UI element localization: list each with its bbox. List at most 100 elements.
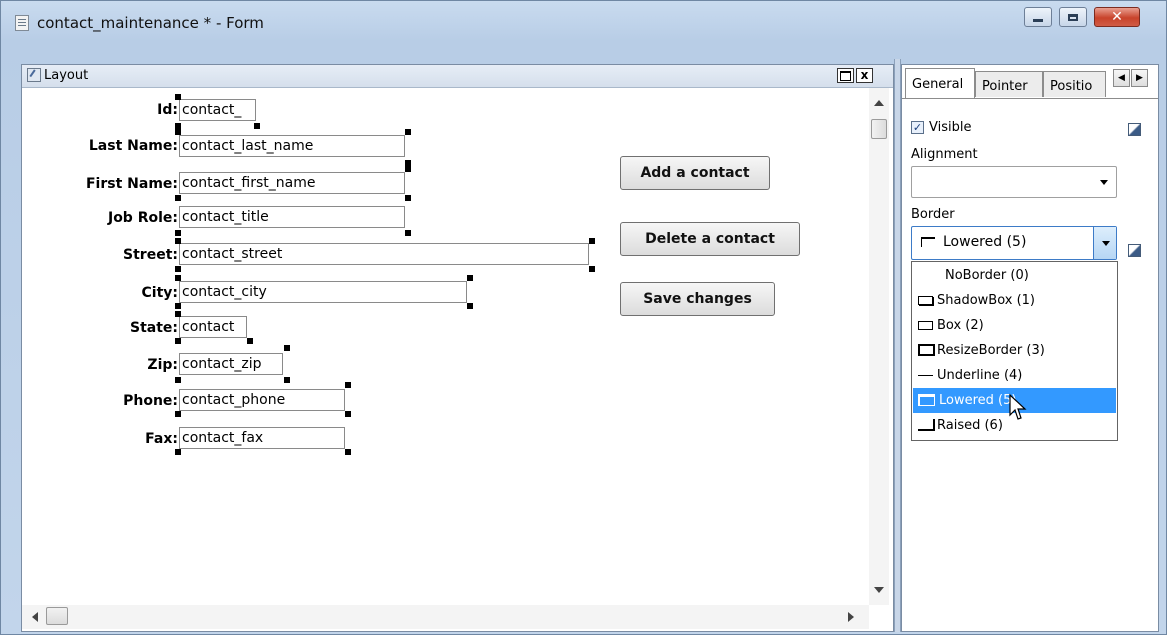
chevron-down-icon [1100, 180, 1108, 185]
field-job-role[interactable]: contact_title [179, 206, 405, 228]
selection-handle[interactable] [589, 266, 595, 272]
border-select[interactable]: Lowered (5) [911, 226, 1117, 260]
selection-handle[interactable] [175, 94, 181, 100]
selection-handle[interactable] [284, 345, 290, 351]
selection-handle[interactable] [405, 166, 411, 172]
close-button[interactable]: ✕ [1094, 7, 1140, 27]
box-icon [918, 321, 933, 330]
field-first-name[interactable]: contact_first_name [179, 172, 405, 194]
selection-handle[interactable] [345, 382, 351, 388]
selection-handle[interactable] [589, 238, 595, 244]
pane-close-button[interactable]: x [856, 68, 873, 83]
delete-contact-button[interactable]: Delete a contact [620, 222, 800, 256]
scroll-up-arrow-icon[interactable] [874, 100, 884, 106]
form-window: contact_maintenance * - Form ✕ Layout x … [0, 0, 1167, 635]
field-zip[interactable]: contact_zip [179, 353, 283, 375]
selection-handle[interactable] [175, 311, 181, 317]
selection-handle[interactable] [345, 449, 351, 455]
selection-handle[interactable] [175, 230, 181, 236]
selection-handle[interactable] [467, 303, 473, 309]
maximize-button[interactable] [1059, 7, 1087, 27]
visible-label: Visible [929, 120, 972, 135]
visible-checkbox[interactable]: ✓ [911, 121, 924, 134]
selection-handle[interactable] [175, 377, 181, 383]
field-street[interactable]: contact_street [179, 243, 589, 265]
scroll-left-arrow-icon[interactable] [32, 612, 38, 622]
scroll-down-arrow-icon[interactable] [874, 587, 884, 593]
field-id[interactable]: contact_ [179, 99, 256, 121]
minimize-button[interactable] [1024, 7, 1052, 27]
selection-handle[interactable] [175, 303, 181, 309]
expression-edit-icon[interactable] [1128, 244, 1141, 257]
selection-handle[interactable] [175, 129, 181, 135]
field-label-street: Street: [123, 247, 178, 263]
window-title: contact_maintenance * - Form [37, 14, 264, 32]
tab-pointer[interactable]: Pointer [975, 71, 1043, 97]
selection-handle[interactable] [247, 338, 253, 344]
maximize-icon [1068, 13, 1078, 21]
selection-handle[interactable] [175, 238, 181, 244]
tab-scroll-right-icon[interactable]: ▶ [1131, 69, 1148, 87]
layout-pencil-icon [27, 68, 41, 82]
expression-edit-icon[interactable] [1128, 123, 1141, 136]
tab-scroll-left-icon[interactable]: ◀ [1113, 69, 1130, 87]
shadowbox-icon [918, 296, 933, 305]
selection-handle[interactable] [405, 230, 411, 236]
selection-handle[interactable] [175, 449, 181, 455]
border-value: Lowered (5) [943, 234, 1027, 250]
selection-handle[interactable] [405, 195, 411, 201]
pane-maximize-button[interactable] [837, 68, 854, 83]
close-icon: ✕ [1111, 9, 1123, 25]
raised-icon [918, 419, 935, 431]
field-label-first-name: First Name: [85, 176, 178, 192]
border-option-noborder[interactable]: NoBorder (0) [913, 263, 1116, 288]
horizontal-scroll-thumb[interactable] [46, 607, 68, 625]
alignment-label: Alignment [911, 147, 978, 162]
pane-splitter[interactable] [894, 59, 901, 632]
form-document-icon [15, 15, 29, 31]
save-changes-button[interactable]: Save changes [620, 282, 775, 316]
layout-pane: Layout x Id: contact_ Last Name: contact… [21, 64, 894, 632]
selection-handle[interactable] [175, 195, 181, 201]
selection-handle[interactable] [254, 123, 260, 129]
field-phone[interactable]: contact_phone [179, 389, 345, 411]
scroll-right-arrow-icon[interactable] [848, 612, 854, 622]
minimize-icon [1033, 18, 1043, 22]
field-city[interactable]: contact_city [179, 281, 467, 303]
layout-pane-title: Layout [44, 68, 89, 83]
selection-handle[interactable] [284, 377, 290, 383]
border-option-resizeborder[interactable]: ResizeBorder (3) [913, 338, 1116, 363]
border-option-underline[interactable]: Underline (4) [913, 363, 1116, 388]
alignment-select[interactable] [911, 166, 1117, 198]
vertical-scroll-thumb[interactable] [871, 119, 887, 139]
horizontal-scrollbar[interactable] [22, 605, 869, 629]
selection-handle[interactable] [345, 411, 351, 417]
field-fax[interactable]: contact_fax [179, 427, 345, 449]
vertical-scrollbar[interactable] [869, 88, 889, 605]
field-last-name[interactable]: contact_last_name [179, 135, 405, 157]
chevron-down-icon [1102, 241, 1110, 246]
lowered-icon [918, 394, 935, 406]
border-label: Border [911, 207, 955, 222]
border-option-shadowbox[interactable]: ShadowBox (1) [913, 288, 1116, 313]
selection-handle[interactable] [175, 266, 181, 272]
field-state[interactable]: contact [179, 316, 247, 338]
add-contact-button[interactable]: Add a contact [620, 156, 770, 190]
tab-general[interactable]: General [905, 68, 975, 98]
underline-icon [918, 375, 933, 376]
border-option-box[interactable]: Box (2) [913, 313, 1116, 338]
selection-handle[interactable] [175, 275, 181, 281]
selection-handle[interactable] [405, 129, 411, 135]
field-label-zip: Zip: [147, 357, 178, 373]
selection-handle[interactable] [175, 411, 181, 417]
dropdown-button[interactable] [1093, 227, 1116, 259]
tab-position[interactable]: Positio [1043, 71, 1106, 97]
tab-divider [902, 98, 1158, 99]
properties-panel: General Pointer Positio ◀ ▶ ✓ Visible Al… [901, 64, 1159, 632]
field-label-id: Id: [157, 102, 178, 118]
field-label-fax: Fax: [145, 431, 178, 447]
resizeborder-icon [918, 344, 935, 356]
selection-handle[interactable] [467, 275, 473, 281]
title-bar[interactable]: contact_maintenance * - Form ✕ [1, 1, 1166, 46]
selection-handle[interactable] [175, 338, 181, 344]
